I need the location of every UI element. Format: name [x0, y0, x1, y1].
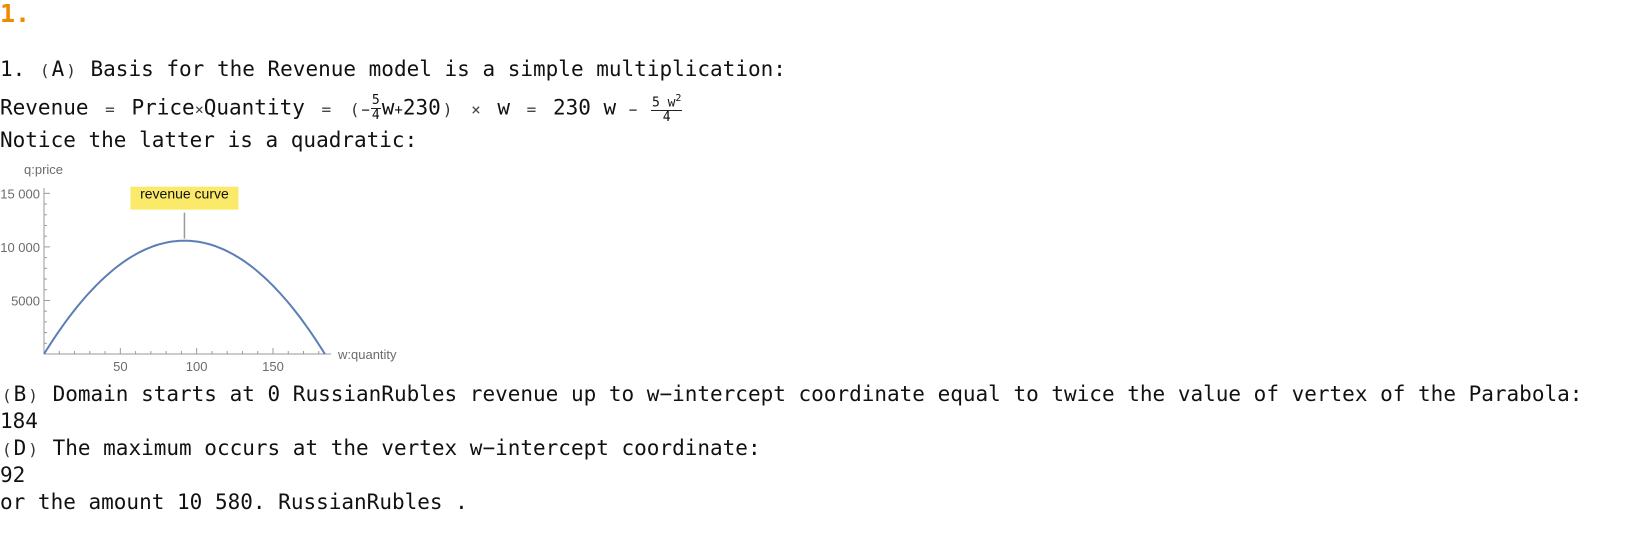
formula-term-var: w	[381, 95, 395, 120]
fraction-1-denominator: 4	[371, 108, 380, 124]
formula-lhs: Revenue	[0, 95, 89, 120]
x-axis-label: w:quantity	[337, 347, 397, 362]
x-tick-label: 100	[186, 359, 208, 374]
amount-prefix: or the amount	[0, 490, 178, 514]
y-tick-label: 15 000	[0, 186, 40, 201]
fraction-2-numerator-base: 5 w	[651, 95, 676, 111]
part-a-letter: A	[51, 57, 65, 81]
part-b-value: 184	[0, 409, 38, 433]
part-d-text: The maximum occurs at the vertex w−inter…	[39, 436, 761, 460]
section-number: 1.	[0, 0, 31, 28]
revenue-curve-line	[43, 239, 326, 355]
formula-w: w	[497, 95, 511, 120]
part-a-paren-open: (	[39, 61, 50, 80]
formula-fraction-1: 54	[370, 93, 381, 124]
revenue-chart: q:price 50 100 150 5000 10 000 15 000 revenue…	[0, 162, 397, 374]
part-d-amount-line: or the amount 10 580. RussianRubles .	[0, 490, 468, 514]
formula-times-2: ×	[471, 99, 481, 119]
part-d-line: (D) The maximum occurs at the vertex w−i…	[0, 436, 761, 462]
formula-result-term: 230 w	[552, 95, 617, 120]
part-d-paren-close: )	[28, 440, 38, 459]
formula-eq-1: =	[105, 99, 115, 119]
notice-line: Notice the latter is a quadratic:	[0, 128, 418, 152]
part-b-line: (B) Domain starts at 0 RussianRubles rev…	[0, 382, 1582, 408]
formula-eq-2: =	[321, 99, 332, 119]
part-d-letter: D	[13, 436, 27, 460]
callout-label: revenue curve	[140, 186, 229, 202]
x-tick-label: 150	[262, 359, 284, 374]
fraction-2-denominator: 4	[662, 110, 671, 126]
part-b-paren-close: )	[28, 386, 38, 405]
part-a-text: Basis for the Revenue model is a simple …	[77, 57, 786, 81]
fraction-2-exponent: 2	[675, 93, 682, 104]
part-a-paren-close: )	[66, 61, 76, 80]
part-b-letter: B	[13, 382, 27, 406]
formula-fraction-2: 5 w2 4	[650, 92, 683, 126]
formula-plus: +	[394, 102, 403, 119]
formula-paren-open: (	[349, 99, 360, 119]
part-b-text: Domain starts at 0 RussianRubles revenue…	[39, 382, 1583, 406]
formula-minus: −	[361, 102, 370, 119]
part-d-value: 92	[0, 463, 26, 487]
y-tick-label: 5000	[11, 293, 40, 308]
y-tick-label: 10 000	[0, 240, 40, 255]
amount-suffix: RussianRubles .	[265, 490, 468, 514]
fraction-1-numerator: 5	[370, 93, 381, 110]
chart-axes	[43, 188, 331, 355]
formula-constant: 230	[402, 95, 441, 120]
x-tick-label: 50	[113, 359, 127, 374]
formula-quantity: Quantity	[203, 95, 305, 120]
formula-paren-close: )	[442, 99, 453, 119]
revenue-formula: Revenue = Price×Quantity = (−5 4 w+230) × …	[0, 92, 683, 125]
part-a-line: 1. (A) Basis for the Revenue model is a …	[0, 57, 786, 83]
formula-price: Price	[131, 95, 195, 120]
part-d-paren-open: (	[2, 440, 12, 459]
revenue-callout: revenue curve	[130, 186, 239, 239]
amount-value: 10 580.	[177, 490, 266, 514]
part-b-paren-open: (	[2, 386, 12, 405]
part-a-lead: 1.	[0, 57, 38, 81]
formula-eq-3: =	[526, 99, 537, 119]
fraction-2-numerator: 5 w2	[650, 92, 683, 112]
formula-minus-2: −	[628, 102, 638, 119]
formula-times-1: ×	[194, 100, 204, 119]
y-axis-label: q:price	[24, 162, 63, 177]
